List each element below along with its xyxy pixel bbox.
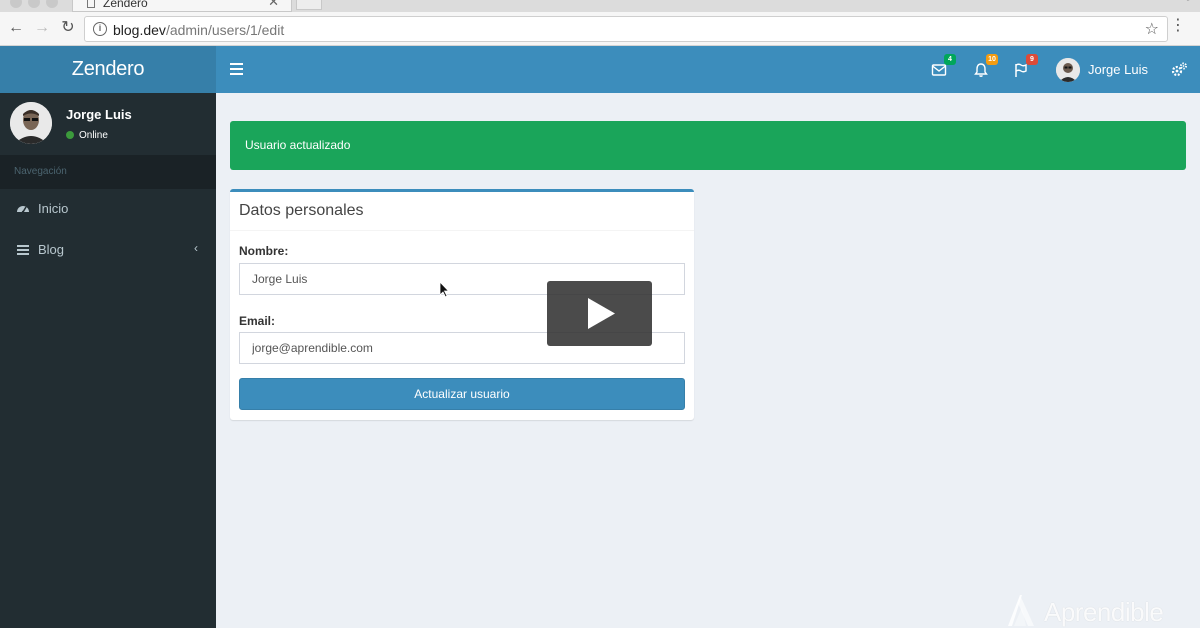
window-close-control[interactable] (10, 0, 22, 8)
window-corner-icon: ◦ (1186, 0, 1190, 6)
address-bar[interactable]: i blog.dev/admin/users/1/edit ☆ (84, 16, 1168, 42)
browser-tab[interactable]: Zendero ✕ (72, 0, 292, 12)
messages-menu[interactable]: 4 (930, 54, 956, 80)
sidebar-item-label: Blog (38, 242, 65, 257)
email-label: Email: (239, 314, 276, 328)
sidebar-user-panel: Jorge Luis Online (0, 93, 216, 155)
watermark-text: Aprendible (1044, 597, 1164, 627)
url-text[interactable]: blog.dev/admin/users/1/edit (113, 22, 284, 38)
forward-arrow-icon[interactable]: → (30, 16, 54, 40)
notifications-badge: 10 (986, 54, 998, 65)
aprendible-watermark: Aprendible (1004, 593, 1200, 628)
back-arrow-icon[interactable]: ← (4, 16, 28, 40)
video-play-button[interactable] (547, 281, 652, 346)
bars-icon (17, 245, 29, 255)
info-icon[interactable]: i (93, 22, 107, 36)
sidebar-user-name: Jorge Luis (66, 107, 132, 122)
messages-badge: 4 (944, 54, 956, 65)
update-user-button[interactable]: Actualizar usuario (239, 378, 685, 410)
gears-icon (1171, 62, 1187, 77)
notifications-menu[interactable]: 10 (972, 54, 998, 80)
tasks-menu[interactable]: 9 (1012, 54, 1038, 80)
user-status: Online (66, 130, 108, 141)
url-path: /admin/users/1/edit (165, 22, 285, 38)
app-header: 4 10 9 Jorge Luis (216, 46, 1200, 93)
browser-toolbar: ← → ↻ i blog.dev/admin/users/1/edit ☆ ⋮ (0, 12, 1200, 46)
dashboard-icon (17, 206, 29, 214)
sidebar-item-blog[interactable]: Blog ‹ (0, 230, 216, 270)
url-host: blog.dev (113, 22, 166, 38)
new-tab-button[interactable] (296, 0, 322, 10)
mouse-cursor-icon (440, 282, 450, 298)
sidebar-toggle-icon[interactable] (230, 63, 243, 75)
sidebar-item-inicio[interactable]: Inicio (0, 189, 216, 229)
close-tab-icon[interactable]: ✕ (268, 0, 279, 10)
play-icon (588, 298, 615, 329)
sidebar: Jorge Luis Online Navegación Inicio Blog… (0, 93, 216, 628)
header-user-avatar[interactable] (1056, 58, 1080, 82)
browser-tab-title: Zendero (103, 0, 148, 10)
box-title: Datos personales (239, 202, 364, 219)
tasks-badge: 9 (1026, 54, 1038, 65)
user-photo-icon (1056, 58, 1080, 82)
user-photo-icon (10, 102, 52, 144)
name-label: Nombre: (239, 244, 289, 258)
window-minimize-control[interactable] (28, 0, 40, 8)
browser-menu-icon[interactable]: ⋮ (1170, 18, 1186, 34)
control-sidebar-toggle[interactable] (1170, 61, 1188, 79)
sidebar-item-label: Inicio (38, 201, 69, 216)
bookmark-star-icon[interactable]: ☆ (1145, 19, 1159, 39)
chevron-left-icon: ‹ (194, 241, 198, 255)
browser-tab-strip: Zendero ✕ ◦ (0, 0, 1200, 12)
sidebar-section-header: Navegación (0, 155, 216, 189)
page-icon (87, 0, 95, 8)
reload-icon[interactable]: ↻ (56, 16, 80, 40)
box-divider (230, 230, 694, 231)
user-status-text: Online (79, 130, 108, 141)
success-alert: Usuario actualizado (230, 121, 1186, 170)
app-logo[interactable]: Zendero (0, 46, 216, 93)
window-zoom-control[interactable] (46, 0, 58, 8)
aprendible-logo-icon (1008, 595, 1034, 626)
sidebar-user-avatar (10, 102, 52, 144)
online-status-icon (66, 131, 74, 139)
header-user-name[interactable]: Jorge Luis (1088, 62, 1148, 77)
